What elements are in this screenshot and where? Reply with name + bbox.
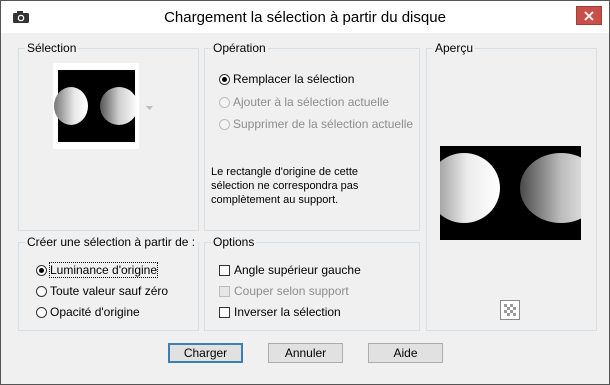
radio-label: Remplacer la sélection xyxy=(233,72,355,86)
chevron-down-icon[interactable] xyxy=(146,106,153,111)
checkerboard-icon[interactable] xyxy=(500,300,520,320)
create-selection-group: Créer une sélection à partir de : Lumina… xyxy=(18,235,199,331)
close-button[interactable] xyxy=(576,6,602,25)
checkbox-invert-selection[interactable]: Inverser la sélection xyxy=(219,305,341,319)
preview-group: Aperçu xyxy=(426,41,597,331)
radio-add-to-selection: Ajouter à la sélection actuelle xyxy=(219,95,389,109)
info-line-1: Le rectangle d'origine de cette xyxy=(211,166,359,178)
load-button[interactable]: Charger xyxy=(168,343,243,363)
help-button[interactable]: Aide xyxy=(368,343,443,363)
title-bar: Chargement la sélection à partir du disq… xyxy=(1,1,609,33)
preview-group-label: Aperçu xyxy=(433,41,476,55)
options-group: Options Angle supérieur gauche Couper se… xyxy=(204,235,420,331)
radio-label: Opacité d'origine xyxy=(50,305,140,319)
radio-label: Toute valeur sauf zéro xyxy=(50,284,169,298)
selection-thumbnail-image xyxy=(54,70,138,142)
radio-indicator xyxy=(219,118,230,130)
checkbox-label: Inverser la sélection xyxy=(234,305,341,319)
options-group-label: Options xyxy=(211,235,257,249)
radio-label: Supprimer de la sélection actuelle xyxy=(233,117,414,131)
radio-replace-selection[interactable]: Remplacer la sélection xyxy=(219,72,354,86)
radio-source-opacity[interactable]: Opacité d'origine xyxy=(36,305,140,319)
radio-source-luminance[interactable]: Luminance d'origine xyxy=(36,262,159,278)
radio-any-nonzero[interactable]: Toute valeur sauf zéro xyxy=(36,284,168,298)
radio-indicator xyxy=(219,96,230,108)
selection-thumbnail[interactable] xyxy=(53,63,139,149)
checkbox-top-left-corner[interactable]: Angle supérieur gauche xyxy=(219,263,361,277)
checkbox-label: Angle supérieur gauche xyxy=(234,263,361,277)
operation-group-label: Opération xyxy=(211,41,268,55)
info-line-3: complètement au support. xyxy=(211,194,339,206)
info-line-2: sélection ne correspondra pas xyxy=(211,180,359,192)
radio-indicator[interactable] xyxy=(36,285,47,297)
radio-indicator[interactable] xyxy=(219,73,230,85)
checkbox-label: Couper selon support xyxy=(234,284,349,298)
cancel-button[interactable]: Annuler xyxy=(268,343,343,363)
radio-indicator[interactable] xyxy=(36,264,47,276)
radio-remove-from-selection: Supprimer de la sélection actuelle xyxy=(219,117,413,131)
radio-label: Ajouter à la sélection actuelle xyxy=(233,95,390,109)
operation-group: Opération Remplacer la sélection Ajouter… xyxy=(204,41,420,231)
radio-label: Luminance d'origine xyxy=(48,262,159,278)
checkbox-indicator[interactable] xyxy=(219,264,230,276)
selection-group: Sélection xyxy=(18,41,199,231)
dialog-window: Chargement la sélection à partir du disq… xyxy=(0,0,610,385)
preview-image xyxy=(440,146,581,240)
window-title: Chargement la sélection à partir du disq… xyxy=(164,9,446,26)
create-selection-group-label: Créer une sélection à partir de : xyxy=(25,235,198,249)
checkbox-clip-to-canvas: Couper selon support xyxy=(219,284,349,298)
checkbox-indicator xyxy=(219,285,230,297)
checkbox-indicator[interactable] xyxy=(219,306,230,318)
radio-indicator[interactable] xyxy=(36,306,47,318)
close-icon xyxy=(584,10,594,21)
selection-group-label: Sélection xyxy=(25,41,79,55)
